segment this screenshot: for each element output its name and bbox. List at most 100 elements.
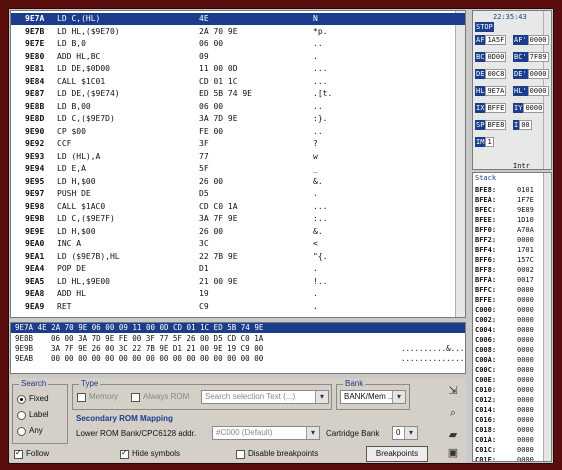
hex-row[interactable]: 9E8B 06 00 3A 7D 9E FE 00 3F 77 5F 26 00 … <box>11 334 465 344</box>
stack-row[interactable]: C00E: 0000 <box>475 375 534 385</box>
stack-row[interactable]: BFEC: 9E89 <box>475 205 534 215</box>
stack-row[interactable]: C002: 0000 <box>475 315 534 325</box>
hex-row[interactable]: 9E9B 3A 7F 9E 26 00 3C 22 7B 9E D1 21 00 … <box>11 344 465 354</box>
check-hide-symbols[interactable] <box>120 448 129 459</box>
stack-row[interactable]: BFF2: 0000 <box>475 235 534 245</box>
register-value[interactable]: 0000 <box>527 86 549 96</box>
stack-row[interactable]: BFFE: 0000 <box>475 295 534 305</box>
check-follow[interactable] <box>14 448 23 459</box>
disassembly-row[interactable]: 9E80 ADD HL,BC 09. <box>11 51 465 63</box>
stack-row[interactable]: BFF8: 0002 <box>475 265 534 275</box>
folder-icon[interactable]: ▰ <box>446 428 460 442</box>
cartridge-dropdown[interactable]: 0 <box>392 426 418 440</box>
step-over-icon[interactable]: ⇲ <box>446 384 460 398</box>
disassembly-row[interactable]: 9EA8 ADD HL 19. <box>11 288 465 300</box>
stack-row[interactable]: C014: 0000 <box>475 405 534 415</box>
register-bcalt[interactable]: BC' 7F89 <box>513 52 549 62</box>
register-im[interactable]: IM 1 <box>475 137 494 147</box>
disassembly-row[interactable]: 9EA4 POP DE D1. <box>11 263 465 275</box>
radio-label[interactable] <box>17 411 26 420</box>
disassembly-row[interactable]: 9E9E LD H,$00 26 00 &. <box>11 226 465 238</box>
stack-row[interactable]: C01A: 0000 <box>475 435 534 445</box>
register-value[interactable]: 00C8 <box>485 69 507 79</box>
disassembly-row[interactable]: 9E87 LD DE,($9E74) ED 5B 74 9E .[t. <box>11 88 465 100</box>
stack-row[interactable]: BFFC: 0000 <box>475 285 534 295</box>
register-value[interactable]: BFFE <box>485 103 507 113</box>
register-de[interactable]: DE 00C8 <box>475 69 507 79</box>
disassembly-row[interactable]: 9E93 LD (HL),A 77 w <box>11 151 465 163</box>
disassembly-row[interactable]: 9EA5 LD HL,$9E00 21 00 9E!.. <box>11 276 465 288</box>
register-ix[interactable]: IX BFFE <box>475 103 507 113</box>
stack-row[interactable]: C01E: 0000 <box>475 455 534 461</box>
disassembly-row[interactable]: 9E90 CP $00 FE 00.. <box>11 126 465 138</box>
check-roms[interactable] <box>131 393 140 402</box>
lower-rom-dropdown[interactable]: #C000 (Default) <box>212 426 320 440</box>
stack-row[interactable]: C010: 0000 <box>475 385 534 395</box>
stack-row[interactable]: C00A: 0000 <box>475 355 534 365</box>
disassembly-row[interactable]: 9EA1 LD ($9E7B),HL 22 7B 9E "{. <box>11 251 465 263</box>
register-value[interactable]: 0000 <box>523 103 545 113</box>
stack-row[interactable]: C004: 0000 <box>475 325 534 335</box>
stack-row[interactable]: BFEE: 1D10 <box>475 215 534 225</box>
register-value[interactable]: 0000 <box>527 35 549 45</box>
radio-any[interactable] <box>17 427 26 436</box>
hex-row[interactable]: 9EAB 00 00 00 00 00 00 00 00 00 00 00 00 … <box>11 354 465 364</box>
register-value[interactable]: 9E7A <box>485 86 507 96</box>
disassembly-row[interactable]: 9E94 LD E,A 5F _ <box>11 163 465 175</box>
register-hl[interactable]: HL 9E7A <box>475 86 507 96</box>
register-value[interactable]: 1 <box>485 137 494 147</box>
register-bc[interactable]: BC 0D00 <box>475 52 507 62</box>
stack-row[interactable]: BFE8: 0101 <box>475 185 534 195</box>
stack-row[interactable]: BFF4: 1701 <box>475 245 534 255</box>
search-icon[interactable]: ⌕ <box>446 406 460 420</box>
stack-row[interactable]: C006: 0000 <box>475 335 534 345</box>
disassembly-row[interactable]: 9E95 LD H,$00 26 00 &. <box>11 176 465 188</box>
disassembly-row[interactable]: 9E7B LD HL,($9E70) 2A 70 9E *p. <box>11 26 465 38</box>
stack-row[interactable]: BFF6: 157C <box>475 255 534 265</box>
stack-row[interactable]: C018: 0000 <box>475 425 534 435</box>
register-afalt[interactable]: AF' 0000 <box>513 35 549 45</box>
bank-dropdown[interactable]: BANK/Mem ... <box>340 390 406 404</box>
register-value[interactable]: 7F89 <box>527 52 549 62</box>
register-sp[interactable]: SP BFE8 <box>475 120 507 130</box>
register-value[interactable]: BFE8 <box>485 120 507 130</box>
stack-row[interactable]: BFF0: A70A <box>475 225 534 235</box>
radio-fixed[interactable] <box>17 395 26 404</box>
register-hlalt[interactable]: HL' 0000 <box>513 86 549 96</box>
disassembly-row[interactable]: 9EA0 INC A 3C < <box>11 238 465 250</box>
disassembly-row[interactable]: 9E92 CCF 3F? <box>11 138 465 150</box>
register-value[interactable]: 1A5F <box>485 35 507 45</box>
memory-hex-view[interactable]: 9E7A 4E 2A 70 9E 06 00 09 11 00 0D CD 01… <box>10 322 466 374</box>
register-value[interactable]: 0D00 <box>485 52 507 62</box>
stack-row[interactable]: BFEA: 1F7E <box>475 195 534 205</box>
disassembly-row[interactable]: 9E98 CALL $1AC0 CD C0 1A... <box>11 201 465 213</box>
register-value[interactable]: 00 <box>519 120 532 130</box>
disassembly-row[interactable]: 9EA9 RET C9. <box>11 301 465 313</box>
stack-row[interactable]: C000: 0000 <box>475 305 534 315</box>
stack-row[interactable]: C016: 0000 <box>475 415 534 425</box>
search-type-dropdown[interactable]: Search selection Text (...) <box>201 390 329 404</box>
disassembly-row[interactable]: 9E8B LD B,00 06 00.. <box>11 101 465 113</box>
register-af[interactable]: AF 1A5F <box>475 35 507 45</box>
save-icon[interactable]: ▣ <box>446 446 460 460</box>
disassembly-view[interactable]: 9E7A LD C,(HL) 4E N 9E7B LD HL,($9E70) 2A 70 9… <box>10 10 466 318</box>
disassembly-row[interactable]: 9E81 LD DE,$0D00 11 00 0D... <box>11 63 465 75</box>
disassembly-row[interactable]: 9E97 PUSH DE D5. <box>11 188 465 200</box>
disassembly-row[interactable]: 9E9B LD C,($9E7F) 3A 7F 9E:.. <box>11 213 465 225</box>
register-value[interactable]: 0000 <box>527 69 549 79</box>
disassembly-row[interactable]: 9E7E LD B,0 06 00.. <box>11 38 465 50</box>
register-dealt[interactable]: DE' 0000 <box>513 69 549 79</box>
check-disable-breakpoints[interactable] <box>236 450 245 459</box>
disassembly-row[interactable]: 9E7A LD C,(HL) 4E N <box>11 13 465 25</box>
stack-row[interactable]: C00C: 0000 <box>475 365 534 375</box>
stack-row[interactable]: BFFA: 0017 <box>475 275 534 285</box>
stack-scrollbar[interactable] <box>543 173 551 461</box>
register-iy[interactable]: IY 0000 <box>513 103 545 113</box>
stack-row[interactable]: C01C: 0000 <box>475 445 534 455</box>
stack-row[interactable]: C012: 0000 <box>475 395 534 405</box>
check-memory[interactable] <box>77 393 86 402</box>
register-i[interactable]: I 00 <box>513 120 532 130</box>
disassembly-row[interactable]: 9E84 CALL $1C01 CD 01 1C... <box>11 76 465 88</box>
disassembly-row[interactable]: 9E8D LD C,($9E7D) 3A 7D 9E:}. <box>11 113 465 125</box>
breakpoints-button[interactable]: Breakpoints <box>366 446 428 462</box>
